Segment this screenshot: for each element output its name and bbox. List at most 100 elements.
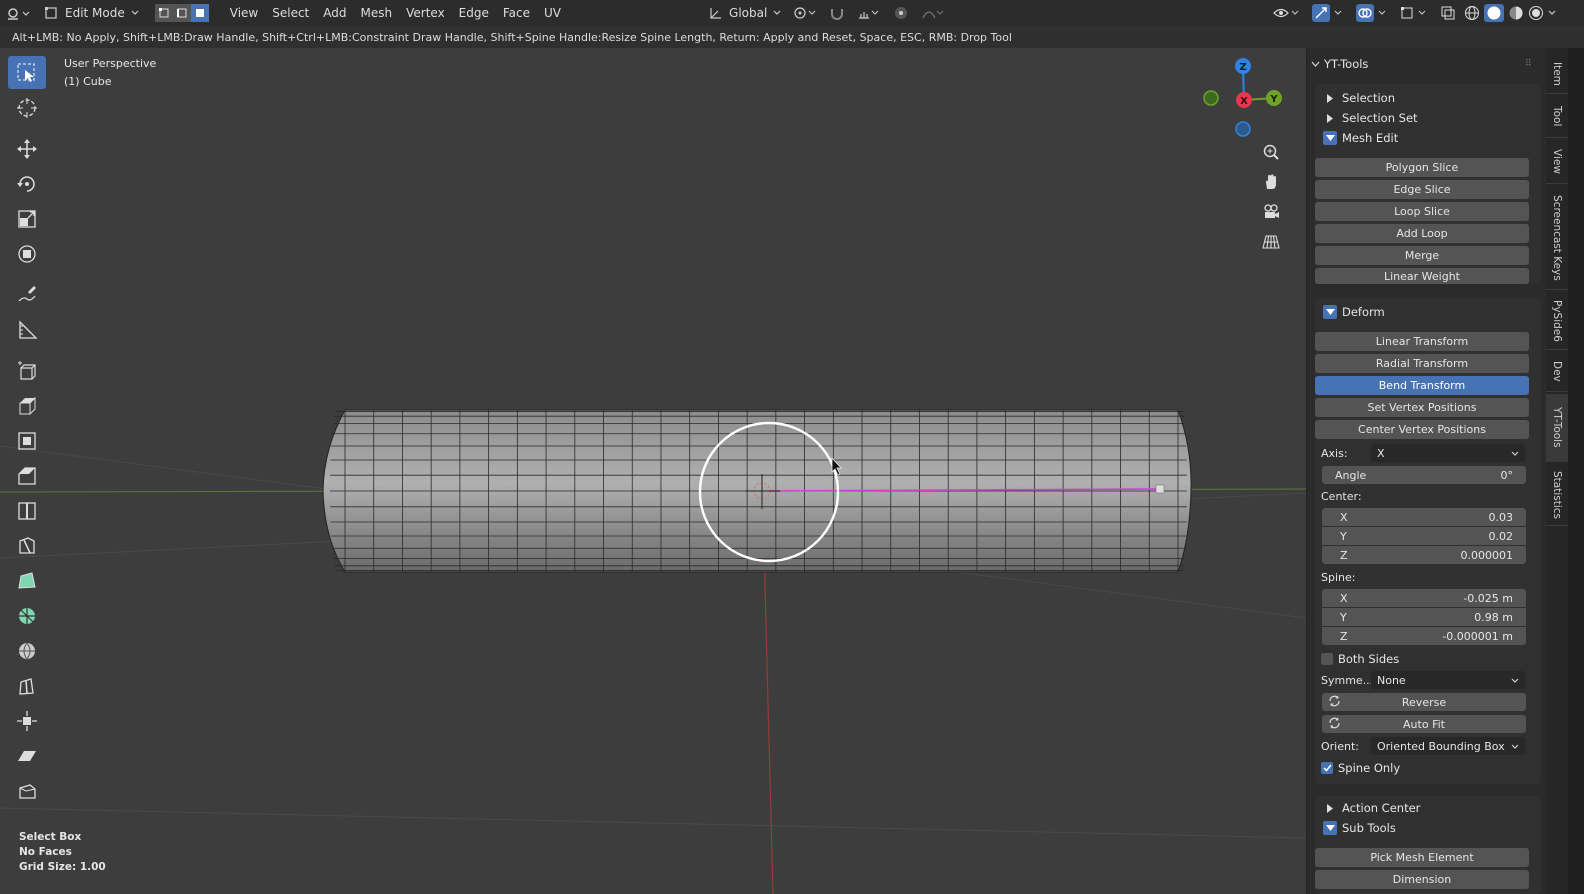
move-tool[interactable]: [8, 132, 46, 165]
tab-screencast-keys[interactable]: Screencast Keys: [1546, 186, 1568, 290]
angle-field[interactable]: Angle 0°: [1322, 466, 1526, 484]
menu-edge[interactable]: Edge: [452, 6, 496, 20]
menu-face[interactable]: Face: [496, 6, 537, 20]
pivot-dropdown[interactable]: [787, 2, 823, 24]
center-z-field[interactable]: Z 0.000001: [1322, 546, 1526, 564]
bevel-tool[interactable]: [8, 459, 46, 492]
pick-mesh-element-button[interactable]: Pick Mesh Element: [1315, 848, 1529, 867]
add-loop-button[interactable]: Add Loop: [1315, 224, 1529, 243]
overlay-toggle[interactable]: [1350, 2, 1394, 24]
section-selection[interactable]: Selection: [1323, 89, 1549, 107]
loop-slice-button[interactable]: Loop Slice: [1315, 202, 1529, 221]
orient-dropdown[interactable]: Oriented Bounding Box: [1371, 737, 1525, 755]
spine-y-field[interactable]: Y 0.98 m: [1322, 608, 1526, 626]
center-vertex-positions-button[interactable]: Center Vertex Positions: [1315, 420, 1529, 439]
drag-handle-icon[interactable]: ⠿: [1525, 59, 1532, 69]
shading-material[interactable]: [1506, 2, 1526, 24]
both-sides-checkbox[interactable]: Both Sides: [1321, 651, 1547, 667]
shading-wireframe[interactable]: [1462, 2, 1482, 24]
annotate-tool[interactable]: [8, 278, 46, 311]
mode-dropdown[interactable]: Edit Mode: [38, 2, 145, 24]
rip-region-tool[interactable]: [8, 774, 46, 807]
gizmo-neg-y[interactable]: [1203, 90, 1219, 106]
shading-dropdown[interactable]: [1546, 2, 1558, 24]
menu-view[interactable]: View: [223, 6, 265, 20]
gizmo-neg-z[interactable]: [1235, 121, 1251, 137]
tab-yt-tools[interactable]: YT-Tools: [1546, 394, 1568, 462]
navigation-gizmo[interactable]: Z Y X: [1200, 56, 1290, 146]
poly-build-tool[interactable]: [8, 564, 46, 597]
proportional-edit-toggle[interactable]: [887, 2, 915, 24]
cursor-tool[interactable]: [8, 91, 46, 124]
menu-select[interactable]: Select: [265, 6, 316, 20]
perspective-toggle-button[interactable]: [1258, 229, 1284, 255]
set-vertex-positions-button[interactable]: Set Vertex Positions: [1315, 398, 1529, 417]
edge-slice-button[interactable]: Edge Slice: [1315, 180, 1529, 199]
shear-tool[interactable]: [8, 739, 46, 772]
visibility-dropdown[interactable]: [1266, 2, 1306, 24]
tab-statistics[interactable]: Statistics: [1546, 464, 1568, 526]
spin-tool[interactable]: [8, 599, 46, 632]
snap-toggle[interactable]: [823, 2, 851, 24]
snap-target-dropdown[interactable]: [851, 2, 887, 24]
inset-tool[interactable]: [8, 424, 46, 457]
measure-tool[interactable]: [8, 313, 46, 346]
face-select-icon[interactable]: [190, 4, 209, 22]
center-y-field[interactable]: Y 0.02: [1322, 527, 1526, 545]
shading-rendered[interactable]: [1526, 2, 1546, 24]
section-selection-set[interactable]: Selection Set: [1323, 109, 1549, 127]
spine-z-field[interactable]: Z -0.000001 m: [1322, 627, 1526, 645]
smooth-tool[interactable]: [8, 634, 46, 667]
pan-button[interactable]: [1258, 169, 1284, 195]
bend-transform-button[interactable]: Bend Transform: [1315, 376, 1529, 395]
editor-type-selector[interactable]: [0, 2, 38, 24]
add-cube-tool[interactable]: [8, 354, 46, 387]
zoom-button[interactable]: [1258, 139, 1284, 165]
mesh-overlay-dropdown[interactable]: [1394, 2, 1434, 24]
falloff-dropdown[interactable]: [915, 2, 951, 24]
tab-pyside6[interactable]: PySide6: [1546, 292, 1568, 350]
spine-only-checkbox[interactable]: Spine Only: [1321, 760, 1547, 776]
auto-fit-button[interactable]: Auto Fit: [1322, 715, 1526, 733]
section-deform[interactable]: Deform: [1323, 303, 1549, 321]
camera-view-button[interactable]: [1258, 199, 1284, 225]
tab-item[interactable]: Item: [1546, 54, 1568, 94]
transform-tool[interactable]: [8, 237, 46, 270]
menu-mesh[interactable]: Mesh: [354, 6, 400, 20]
radial-transform-button[interactable]: Radial Transform: [1315, 354, 1529, 373]
menu-vertex[interactable]: Vertex: [399, 6, 452, 20]
linear-transform-button[interactable]: Linear Transform: [1315, 332, 1529, 351]
section-sub-tools[interactable]: Sub Tools: [1323, 819, 1549, 837]
knife-tool[interactable]: [8, 529, 46, 562]
extrude-tool[interactable]: [8, 389, 46, 422]
rotate-tool[interactable]: [8, 167, 46, 200]
shrink-fatten-tool[interactable]: [8, 704, 46, 737]
select-box-tool[interactable]: [8, 56, 46, 89]
gizmo-toggle[interactable]: [1306, 2, 1350, 24]
symmetry-dropdown[interactable]: None: [1371, 671, 1525, 689]
edge-slide-tool[interactable]: [8, 669, 46, 702]
linear-weight-button[interactable]: Linear Weight: [1315, 268, 1529, 284]
tab-dev[interactable]: Dev: [1546, 352, 1568, 392]
scale-tool[interactable]: [8, 202, 46, 235]
3d-viewport[interactable]: User Perspective (1) Cube Select Box No …: [0, 48, 1306, 894]
section-action-center[interactable]: Action Center: [1323, 799, 1549, 817]
dimension-button[interactable]: Dimension: [1315, 870, 1529, 889]
panel-header[interactable]: YT-Tools ⠿: [1311, 56, 1532, 72]
loop-cut-tool[interactable]: [8, 494, 46, 527]
menu-add[interactable]: Add: [316, 6, 353, 20]
center-x-field[interactable]: X 0.03: [1322, 508, 1526, 526]
section-mesh-edit[interactable]: Mesh Edit: [1323, 129, 1549, 147]
edge-select-icon[interactable]: [172, 4, 191, 22]
axis-dropdown[interactable]: X: [1371, 444, 1525, 462]
shading-solid[interactable]: [1482, 2, 1506, 24]
vertex-select-icon[interactable]: [154, 4, 173, 22]
reverse-button[interactable]: Reverse: [1322, 693, 1526, 711]
menu-uv[interactable]: UV: [537, 6, 568, 20]
xray-toggle[interactable]: [1434, 2, 1462, 24]
tab-view[interactable]: View: [1546, 140, 1568, 184]
merge-button[interactable]: Merge: [1315, 246, 1529, 265]
tab-tool[interactable]: Tool: [1546, 96, 1568, 138]
orientation-dropdown[interactable]: Global: [702, 2, 787, 24]
polygon-slice-button[interactable]: Polygon Slice: [1315, 158, 1529, 177]
